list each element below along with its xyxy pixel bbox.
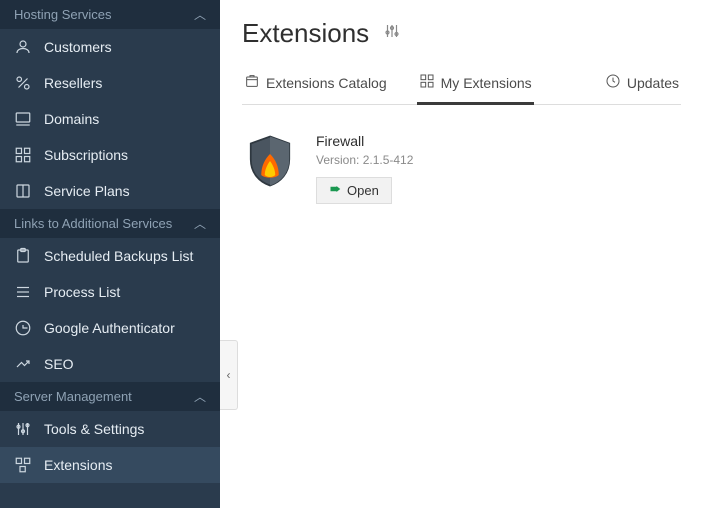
extensions-icon xyxy=(14,456,32,474)
book-icon xyxy=(14,182,32,200)
nav-label: Extensions xyxy=(44,457,112,473)
chevron-up-icon: ︿ xyxy=(194,215,206,232)
nav-label: Domains xyxy=(44,111,99,127)
sidebar-item-customers[interactable]: Customers xyxy=(0,29,220,65)
tab-label: Extensions Catalog xyxy=(266,75,387,91)
section-server-management[interactable]: Server Management ︿ xyxy=(0,382,220,411)
section-label: Links to Additional Services xyxy=(14,216,172,231)
sidebar-item-google-authenticator[interactable]: Google Authenticator xyxy=(0,310,220,346)
extension-name: Firewall xyxy=(316,133,413,149)
firewall-shield-icon xyxy=(242,133,298,189)
settings-sliders-icon[interactable] xyxy=(383,22,401,45)
sidebar-item-extensions[interactable]: Extensions xyxy=(0,447,220,483)
google-icon xyxy=(14,319,32,337)
nav-label: Subscriptions xyxy=(44,147,128,163)
nav-label: Process List xyxy=(44,284,120,300)
sidebar-item-resellers[interactable]: Resellers xyxy=(0,65,220,101)
sidebar: Hosting Services ︿ Customers Resellers D… xyxy=(0,0,220,508)
sidebar-item-subscriptions[interactable]: Subscriptions xyxy=(0,137,220,173)
extension-version: Version: 2.1.5-412 xyxy=(316,153,413,167)
section-label: Hosting Services xyxy=(14,7,112,22)
nav-label: Scheduled Backups List xyxy=(44,248,193,264)
tab-my-extensions[interactable]: My Extensions xyxy=(417,67,534,105)
extension-info: Firewall Version: 2.1.5-412 Open xyxy=(316,133,413,204)
chevron-up-icon: ︿ xyxy=(194,6,206,23)
open-arrow-icon xyxy=(329,183,341,198)
catalog-icon xyxy=(244,73,260,92)
extension-card: Firewall Version: 2.1.5-412 Open xyxy=(242,133,681,204)
clipboard-icon xyxy=(14,247,32,265)
page-title-row: Extensions xyxy=(242,18,681,49)
tabs: Extensions Catalog My Extensions Updates xyxy=(242,67,681,105)
section-label: Server Management xyxy=(14,389,132,404)
grid-icon xyxy=(14,146,32,164)
section-links-additional[interactable]: Links to Additional Services ︿ xyxy=(0,209,220,238)
nav-label: SEO xyxy=(44,356,74,372)
nav-label: Customers xyxy=(44,39,112,55)
section-hosting-services[interactable]: Hosting Services ︿ xyxy=(0,0,220,29)
sidebar-item-service-plans[interactable]: Service Plans xyxy=(0,173,220,209)
nav-label: Tools & Settings xyxy=(44,421,144,437)
sidebar-item-process-list[interactable]: Process List xyxy=(0,274,220,310)
tab-extensions-catalog[interactable]: Extensions Catalog xyxy=(242,67,389,105)
nav-label: Resellers xyxy=(44,75,102,91)
user-icon xyxy=(14,38,32,56)
page-title: Extensions xyxy=(242,18,369,49)
chevron-up-icon: ︿ xyxy=(194,388,206,405)
grid-icon xyxy=(419,73,435,92)
sidebar-item-domains[interactable]: Domains xyxy=(0,101,220,137)
tab-label: Updates xyxy=(627,75,679,91)
list-icon xyxy=(14,283,32,301)
sidebar-item-scheduled-backups[interactable]: Scheduled Backups List xyxy=(0,238,220,274)
sliders-icon xyxy=(14,420,32,438)
chart-icon xyxy=(14,355,32,373)
nav-label: Service Plans xyxy=(44,183,130,199)
main-content: Extensions Extensions Catalog My Extensi… xyxy=(220,0,703,508)
sidebar-item-seo[interactable]: SEO xyxy=(0,346,220,382)
refresh-icon xyxy=(605,73,621,92)
open-label: Open xyxy=(347,183,379,198)
nav-label: Google Authenticator xyxy=(44,320,175,336)
percent-icon xyxy=(14,74,32,92)
monitor-icon xyxy=(14,110,32,128)
open-button[interactable]: Open xyxy=(316,177,392,204)
tab-label: My Extensions xyxy=(441,75,532,91)
sidebar-item-tools-settings[interactable]: Tools & Settings xyxy=(0,411,220,447)
tab-updates[interactable]: Updates xyxy=(603,67,681,105)
